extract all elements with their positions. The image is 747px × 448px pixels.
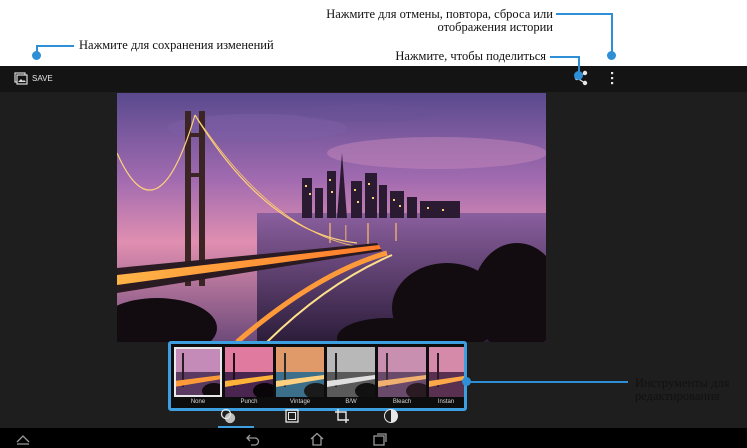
save-callout-text: Нажмите для сохранения изменений [79, 38, 274, 52]
tool-tabs [168, 406, 467, 428]
filter-thumb-bleach[interactable] [378, 347, 426, 397]
filter-thumb-none[interactable] [174, 347, 222, 397]
tools-callout-line [466, 381, 628, 383]
filters-icon[interactable] [220, 408, 236, 424]
home-icon[interactable] [309, 432, 325, 446]
share-callout-text: Нажмите, чтобы поделиться [395, 49, 546, 63]
adjust-icon[interactable] [383, 408, 399, 424]
filter-thumb-bw[interactable] [327, 347, 375, 397]
frame-icon[interactable] [284, 408, 300, 424]
gallery-icon [14, 72, 28, 85]
crop-icon[interactable] [334, 408, 350, 424]
history-callout-line [556, 13, 613, 15]
share-callout-line [578, 56, 580, 74]
save-button[interactable]: SAVE [14, 69, 53, 87]
filter-thumb-vintage[interactable] [276, 347, 324, 397]
filter-label: Vintage [289, 399, 311, 405]
filter-label: B/W [345, 399, 357, 405]
filter-label: None [190, 399, 206, 405]
filter-label: Bleach [392, 399, 412, 405]
photo-preview[interactable] [117, 93, 546, 342]
recent-apps-icon[interactable] [372, 432, 388, 446]
save-label: SAVE [32, 73, 53, 83]
history-callout-text: Нажмите для отмены, повтора, сброса или … [326, 7, 553, 34]
tools-callout-text: Инструменты для редактирования [635, 376, 730, 403]
history-callout-line [611, 13, 613, 55]
filter-thumb-instant[interactable] [429, 347, 464, 397]
editing-tools-panel: None Punch Vintage B/W Bleach Instan [168, 341, 467, 411]
filter-label: Instan [437, 399, 455, 405]
share-callout-line [550, 56, 580, 58]
overflow-menu-icon[interactable] [603, 69, 621, 87]
up-chevron-icon[interactable] [15, 432, 31, 446]
back-icon[interactable] [245, 432, 261, 446]
filter-label: Punch [240, 399, 258, 405]
action-bar [0, 66, 747, 92]
filter-thumb-punch[interactable] [225, 347, 273, 397]
save-callout-line [36, 45, 74, 47]
